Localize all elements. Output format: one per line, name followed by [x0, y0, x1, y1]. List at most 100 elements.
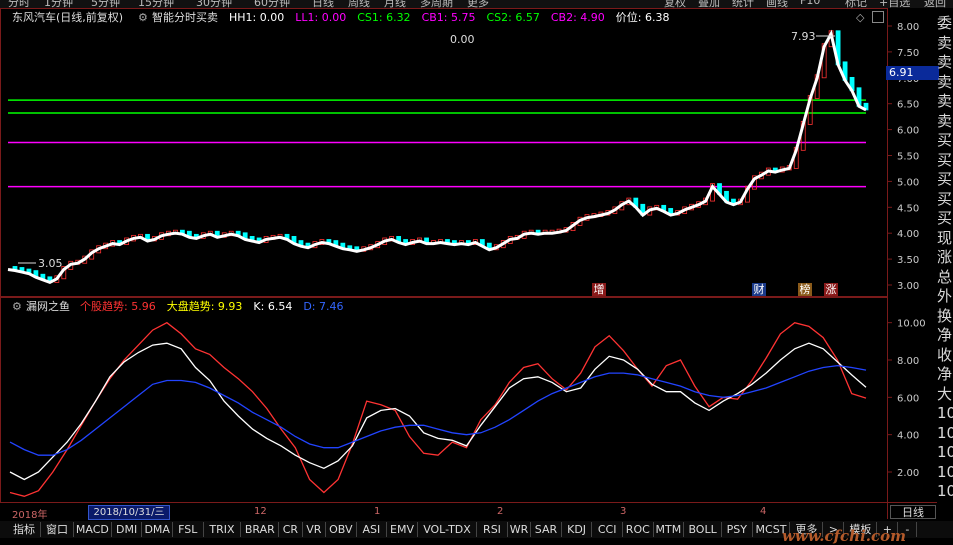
quote-row-label: 现 [937, 228, 953, 247]
main-legend: HH1: 0.00 LL1: 0.00 CS1: 6.32 CB1: 5.75 CS2:… [229, 11, 680, 24]
date-label-month-12: 12 [254, 506, 267, 517]
legend-item-5: CB2: 4.90 [550, 11, 605, 24]
indicator-tab-3[interactable]: DMI [112, 522, 143, 537]
sub-indicator-name[interactable]: 漏网之鱼 [26, 300, 70, 313]
indicator-tab-5[interactable]: FSL [173, 522, 204, 537]
y-tick-label: 3.00 [897, 281, 919, 292]
quote-row-label: 卖 [937, 92, 953, 110]
quote-row-label: 委 [937, 14, 953, 32]
quote-row-label: 外 [937, 287, 953, 305]
y-tick-label: 3.50 [897, 255, 919, 266]
maximize-icon[interactable] [872, 11, 884, 23]
y-tick-label: 6.50 [897, 100, 919, 111]
chart-canvas: 8.007.507.006.506.005.505.004.504.003.50… [0, 8, 937, 519]
legend-item-1: LL1: 0.00 [295, 11, 347, 24]
quote-row-label: 卖 [937, 111, 953, 130]
indicator-tab-2[interactable]: MACD [74, 522, 112, 537]
quote-row-label: 买 [937, 189, 953, 208]
diamond-icon[interactable]: ◇ [856, 11, 864, 24]
event-label-bang[interactable]: 榜 [798, 283, 812, 296]
date-label-month-3: 3 [620, 506, 627, 517]
quote-row-label: 买 [937, 131, 953, 149]
indicator-tab-0[interactable]: 指标 [8, 522, 41, 537]
quote-row-label: 卖 [937, 72, 953, 91]
legend-item-6: 价位: 6.38 [615, 11, 670, 24]
indicator-tab-16[interactable]: SAR [531, 522, 562, 537]
quote-row-label: 净 [937, 326, 953, 344]
watermark: www.cfchi.com [782, 527, 907, 545]
series-line-K [9, 342, 867, 481]
series-line-D [9, 364, 867, 456]
indicator-name[interactable]: 智能分时买卖 [152, 11, 218, 24]
y-tick-label: 6.00 [897, 126, 919, 137]
legend-item-2: CS1: 6.32 [357, 11, 411, 24]
quote-row-label: 10 [937, 423, 953, 442]
legend-item-3: CB1: 5.75 [421, 11, 476, 24]
quote-row-label: 收 [937, 345, 953, 364]
indicator-tab-15[interactable]: WR [508, 522, 532, 537]
indicator-tab-17[interactable]: KDJ [562, 522, 593, 537]
quote-row-label: 净 [937, 365, 953, 383]
legend-item-0: HH1: 0.00 [229, 11, 285, 24]
quote-row-label: 10 [937, 404, 953, 422]
main-panel-frame [0, 8, 888, 297]
series-line-个股趋势 [9, 321, 867, 497]
quote-row-label: 换 [937, 306, 953, 325]
sub-y-tick-label: 6.00 [897, 393, 919, 404]
sub-y-tick-label: 4.00 [897, 431, 919, 442]
y-tick-label: 4.00 [897, 229, 919, 240]
sub-legend: 个股趋势: 5.96 大盘趋势: 9.93 K: 6.54 D: 7.46 [80, 300, 355, 313]
event-label-cai[interactable]: 财 [752, 283, 766, 296]
period-day-button[interactable]: 日线 [890, 505, 936, 519]
indicator-tab-22[interactable]: PSY [722, 522, 753, 537]
y-tick-label: 8.00 [897, 22, 919, 33]
quote-row-label: 10 [937, 462, 953, 481]
date-label-year: 2018年 [12, 510, 48, 521]
date-label-month-4: 4 [760, 506, 767, 517]
y-tick-label: 4.50 [897, 203, 919, 214]
indicator-tab-10[interactable]: OBV [326, 522, 357, 537]
quote-row-label: 买 [937, 170, 953, 188]
indicator-tab-1[interactable]: 窗口 [41, 522, 74, 537]
quote-row-label: 买 [937, 150, 953, 169]
quote-row-label: 卖 [937, 33, 953, 52]
y-tick-label: 7.50 [897, 48, 919, 59]
quote-row-label: 卖 [937, 53, 953, 71]
sub-settings-icon[interactable]: ⚙ [12, 300, 22, 313]
quote-row-label: 大 [937, 384, 953, 403]
indicator-tab-7[interactable]: BRAR [241, 522, 280, 537]
legend-item-0: 个股趋势: 5.96 [80, 300, 156, 313]
sub-y-tick-label: 10.00 [897, 319, 926, 330]
y-tick-label: 5.50 [897, 152, 919, 163]
indicator-tab-4[interactable]: DMA [142, 522, 173, 537]
indicator-tab-13[interactable]: VOL-TDX [418, 522, 478, 537]
indicator-tab-20[interactable]: MTM [654, 522, 685, 537]
zero-label: 0.00 [450, 33, 475, 46]
indicator-tab-18[interactable]: CCI [592, 522, 623, 537]
quote-row-label: 涨 [937, 248, 953, 266]
indicator-tab-19[interactable]: ROC [623, 522, 654, 537]
y-tick-label: 5.00 [897, 177, 919, 188]
indicator-tab-6[interactable]: TRIX [204, 522, 242, 537]
indicator-tab-9[interactable]: VR [303, 522, 326, 537]
legend-item-4: CS2: 6.57 [486, 11, 540, 24]
stock-title: 东风汽车(日线,前复权) [12, 11, 124, 24]
event-label-zhang[interactable]: 涨 [824, 283, 838, 296]
date-label-month-1: 1 [374, 506, 381, 517]
current-price-tag: 6.91 [886, 66, 939, 80]
cursor-date-box: 2018/10/31/三 [88, 505, 170, 520]
event-label-zeng[interactable]: 增 [592, 283, 606, 296]
indicator-tab-21[interactable]: BOLL [684, 522, 722, 537]
sub-y-tick-label: 2.00 [897, 468, 919, 479]
legend-item-3: D: 7.46 [303, 300, 344, 313]
low-price-label: 3.05 [38, 257, 63, 270]
quote-row-label: 10 [937, 443, 953, 461]
indicator-tab-11[interactable]: ASI [357, 522, 388, 537]
indicator-tab-8[interactable]: CR [279, 522, 303, 537]
indicator-settings-icon[interactable]: ⚙ [138, 11, 148, 24]
indicator-tab-14[interactable]: RSI [477, 522, 508, 537]
legend-item-1: 大盘趋势: 9.93 [166, 300, 243, 313]
quote-row-label: 10 [937, 482, 953, 500]
indicator-tab-12[interactable]: EMV [387, 522, 418, 537]
legend-item-2: K: 6.54 [253, 300, 293, 313]
